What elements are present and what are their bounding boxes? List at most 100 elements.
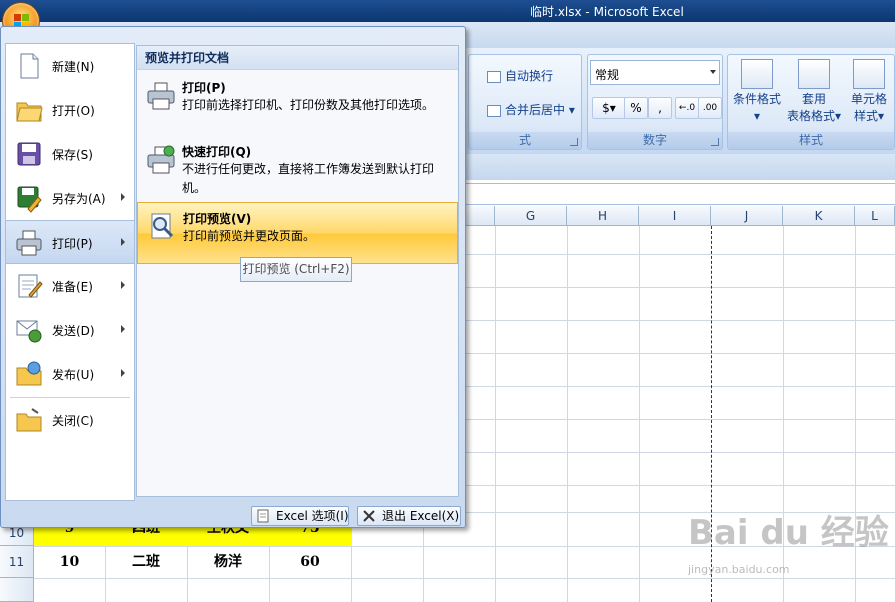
cell-style-label-2: 样式 [853, 109, 878, 123]
cell-c11[interactable]: 杨洋 [187, 546, 269, 578]
number-group-label: 数字 [642, 133, 667, 147]
formula-input[interactable] [465, 183, 895, 205]
submenu-item-print-preview[interactable]: 打印预览(V) 打印前预览并更改页面。 [137, 202, 458, 264]
menu-item-close[interactable]: 关闭(C) [6, 398, 134, 442]
exit-excel-label: 退出 Excel(X) [382, 509, 460, 523]
office-menu-commands: 新建(N) 打开(O) 保存(S) 另存为(A) 打印(P) 准备(E) 发送(… [5, 43, 135, 501]
style-group-label: 样式 [798, 133, 823, 147]
column-header-k[interactable]: K [783, 206, 855, 226]
submenu-item-quick-print[interactable]: 快速打印(Q) 不进行任何更改，直接将工作簿发送到默认打印机。 [137, 136, 458, 198]
menu-item-publish[interactable]: 发布(U) [6, 352, 134, 396]
cell-style-label-1: 单元格 [850, 92, 887, 106]
menu-item-new[interactable]: 新建(N) [6, 44, 134, 88]
accounting-format-button[interactable]: $▾ [592, 97, 626, 119]
merge-center-label: 合并后居中 [505, 103, 566, 117]
close-folder-icon [16, 408, 42, 432]
menu-item-save-label: 保存(S) [52, 148, 93, 162]
submenu-item-print-title: 打印(P) [182, 81, 226, 95]
printer-icon [147, 82, 175, 110]
table-format-icon [798, 59, 830, 89]
cell-b11[interactable]: 二班 [105, 546, 187, 578]
column-header-h[interactable]: H [567, 206, 639, 226]
table-format-label-1: 套用 [801, 92, 826, 106]
menu-item-open-label: 打开(O) [52, 104, 95, 118]
number-format-value: 常规 [595, 68, 620, 82]
print-preview-icon [151, 213, 174, 239]
cell-a11[interactable]: 10 [34, 546, 105, 578]
submenu-arrow-icon [121, 281, 125, 289]
save-as-icon [17, 186, 42, 213]
column-header-partial[interactable] [465, 206, 495, 226]
chevron-down-icon [710, 70, 716, 74]
menu-item-print-label: 打印(P) [52, 237, 93, 251]
menu-item-send-label: 发送(D) [52, 324, 95, 338]
decrease-decimal-button[interactable]: .00 [698, 97, 722, 119]
conditional-format-button[interactable]: 条件格式 ▾ [730, 59, 784, 125]
submenu-item-quick-print-title: 快速打印(Q) [182, 145, 252, 159]
menu-item-print[interactable]: 打印(P) [6, 220, 134, 264]
submenu-item-print-preview-desc: 打印前预览并更改页面。 [183, 229, 316, 243]
submenu-item-print[interactable]: 打印(P) 打印前选择打印机、打印份数及其他打印选项。 [137, 72, 458, 134]
number-format-select[interactable]: 常规 [590, 60, 720, 85]
percent-label: % [630, 101, 642, 115]
row-header-12[interactable] [0, 578, 34, 602]
table-format-button[interactable]: 套用 表格格式▾ [784, 59, 844, 125]
print-submenu-header: 预览并打印文档 [137, 46, 458, 70]
column-header-g[interactable]: G [495, 206, 567, 226]
submenu-arrow-icon [121, 193, 125, 201]
watermark-url: jingyan.baidu.com [688, 563, 790, 576]
excel-options-button[interactable]: Excel 选项(I) [251, 506, 349, 526]
send-icon [16, 320, 42, 343]
alignment-group-title: 式 [469, 132, 581, 149]
wrap-text-icon [487, 70, 501, 83]
wrap-text-button[interactable]: 自动换行 [487, 67, 553, 84]
percent-button[interactable]: % [624, 97, 648, 119]
column-header-i[interactable]: I [639, 206, 711, 226]
menu-item-new-label: 新建(N) [52, 60, 95, 74]
conditional-format-icon [741, 59, 773, 89]
table-format-label-2: 表格格式 [786, 109, 835, 123]
submenu-item-print-preview-title: 打印预览(V) [183, 212, 252, 226]
menu-item-save-as[interactable]: 另存为(A) [6, 176, 134, 220]
alignment-group: 自动换行 合并后居中 ▾ 式 [468, 54, 582, 150]
document-options-icon [257, 509, 269, 523]
publish-icon [16, 361, 42, 386]
menu-item-close-label: 关闭(C) [52, 414, 94, 428]
column-header-l[interactable]: L [855, 206, 895, 226]
exit-excel-button[interactable]: 退出 Excel(X) [357, 506, 461, 526]
column-header-j[interactable]: J [711, 206, 783, 226]
office-menu: 新建(N) 打开(O) 保存(S) 另存为(A) 打印(P) 准备(E) 发送(… [0, 26, 466, 528]
quick-print-icon [147, 145, 175, 174]
title-bar: 临时.xlsx - Microsoft Excel [0, 0, 895, 22]
submenu-arrow-icon [121, 238, 125, 246]
submenu-item-print-desc: 打印前选择打印机、打印份数及其他打印选项。 [182, 98, 435, 112]
alignment-dialog-launcher[interactable] [570, 138, 578, 146]
row-header-11[interactable]: 11 [0, 546, 34, 578]
save-disk-icon [17, 142, 41, 166]
style-group: 条件格式 ▾ 套用 表格格式▾ 单元格 样式▾ 样式 [727, 54, 895, 150]
comma-label: , [658, 101, 662, 115]
number-dialog-launcher[interactable] [711, 138, 719, 146]
conditional-format-label: 条件格式 [732, 92, 781, 106]
menu-item-prepare[interactable]: 准备(E) [6, 264, 134, 308]
wrap-text-label: 自动换行 [505, 69, 554, 83]
menu-item-publish-label: 发布(U) [52, 368, 95, 382]
new-document-icon [20, 53, 39, 79]
merge-center-button[interactable]: 合并后居中 ▾ [487, 101, 575, 118]
menu-item-prepare-label: 准备(E) [52, 280, 93, 294]
merge-center-icon [487, 104, 501, 117]
close-icon [363, 510, 375, 522]
submenu-arrow-icon [121, 325, 125, 333]
menu-item-open[interactable]: 打开(O) [6, 88, 134, 132]
watermark-brand: Bai du 经验 [688, 513, 889, 553]
cell-style-button[interactable]: 单元格 样式▾ [844, 59, 894, 125]
menu-item-send[interactable]: 发送(D) [6, 308, 134, 352]
print-preview-tooltip: 打印预览 (Ctrl+F2) [240, 257, 352, 282]
open-folder-icon [16, 102, 43, 122]
number-group-title: 数字 [588, 132, 722, 149]
cell-d11[interactable]: 60 [269, 546, 351, 578]
menu-item-save[interactable]: 保存(S) [6, 132, 134, 176]
increase-decimal-button[interactable]: ←.0 [675, 97, 699, 119]
comma-button[interactable]: , [648, 97, 672, 119]
excel-options-label: Excel 选项(I) [276, 509, 349, 523]
